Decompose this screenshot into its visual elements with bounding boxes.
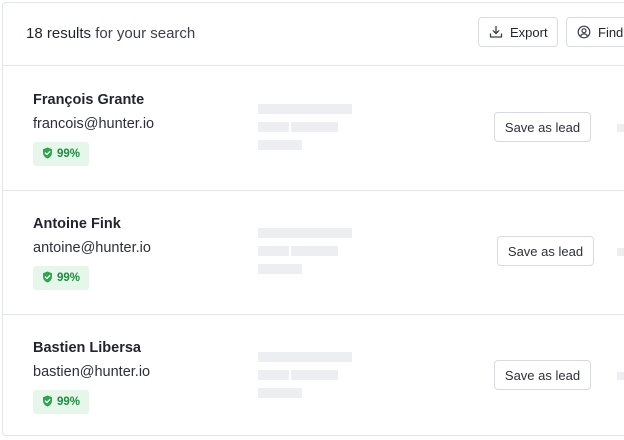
confidence-score: 99% — [56, 272, 81, 284]
skeleton-stub — [617, 124, 624, 132]
confidence-badge: 99% — [33, 390, 89, 414]
shield-check-icon — [42, 395, 53, 410]
results-header: 18 results for your search Export Find — [3, 3, 624, 66]
result-row: Antoine Fink antoine@hunter.io 99% Save … — [3, 190, 624, 315]
results-panel: 18 results for your search Export Find F… — [2, 2, 624, 436]
skeleton-line — [291, 246, 338, 256]
confidence-badge: 99% — [33, 142, 89, 166]
contact-email: bastien@hunter.io — [33, 364, 151, 380]
contact-email: antoine@hunter.io — [33, 240, 151, 256]
save-as-lead-button[interactable]: Save as lead — [494, 360, 591, 390]
skeleton-line — [258, 388, 302, 398]
download-tray-icon — [489, 25, 503, 39]
find-label: Find — [598, 24, 624, 40]
contact-name: Antoine Fink — [33, 216, 121, 232]
save-as-lead-button[interactable]: Save as lead — [494, 112, 591, 142]
results-count: 18 results — [26, 25, 92, 42]
export-label: Export — [510, 24, 548, 40]
shield-check-icon — [42, 271, 53, 286]
skeleton-line — [258, 370, 289, 380]
results-suffix: for your search — [91, 25, 196, 42]
result-row: François Grante francois@hunter.io 99% S… — [3, 66, 624, 191]
skeleton-line — [291, 122, 338, 132]
result-row: Bastien Libersa bastien@hunter.io 99% Sa… — [3, 314, 624, 435]
confidence-badge: 99% — [33, 266, 89, 290]
skeleton-line — [258, 104, 352, 114]
skeleton-stub — [617, 372, 624, 380]
contact-email: francois@hunter.io — [33, 116, 155, 132]
user-circle-icon — [577, 25, 591, 39]
skeleton-line — [258, 246, 289, 256]
skeleton-stub — [617, 248, 624, 256]
skeleton-line — [258, 140, 302, 150]
skeleton-line — [258, 352, 352, 362]
contact-name: François Grante — [33, 92, 145, 108]
skeleton-line — [258, 228, 352, 238]
confidence-score: 99% — [56, 148, 81, 160]
save-as-lead-button[interactable]: Save as lead — [497, 236, 594, 266]
skeleton-line — [258, 122, 289, 132]
shield-check-icon — [42, 147, 53, 162]
results-summary: 18 results for your search — [26, 25, 195, 42]
skeleton-line — [258, 264, 302, 274]
skeleton-line — [291, 370, 338, 380]
find-button[interactable]: Find — [566, 17, 624, 47]
confidence-score: 99% — [56, 396, 81, 408]
contact-name: Bastien Libersa — [33, 340, 141, 356]
export-button[interactable]: Export — [478, 17, 558, 47]
